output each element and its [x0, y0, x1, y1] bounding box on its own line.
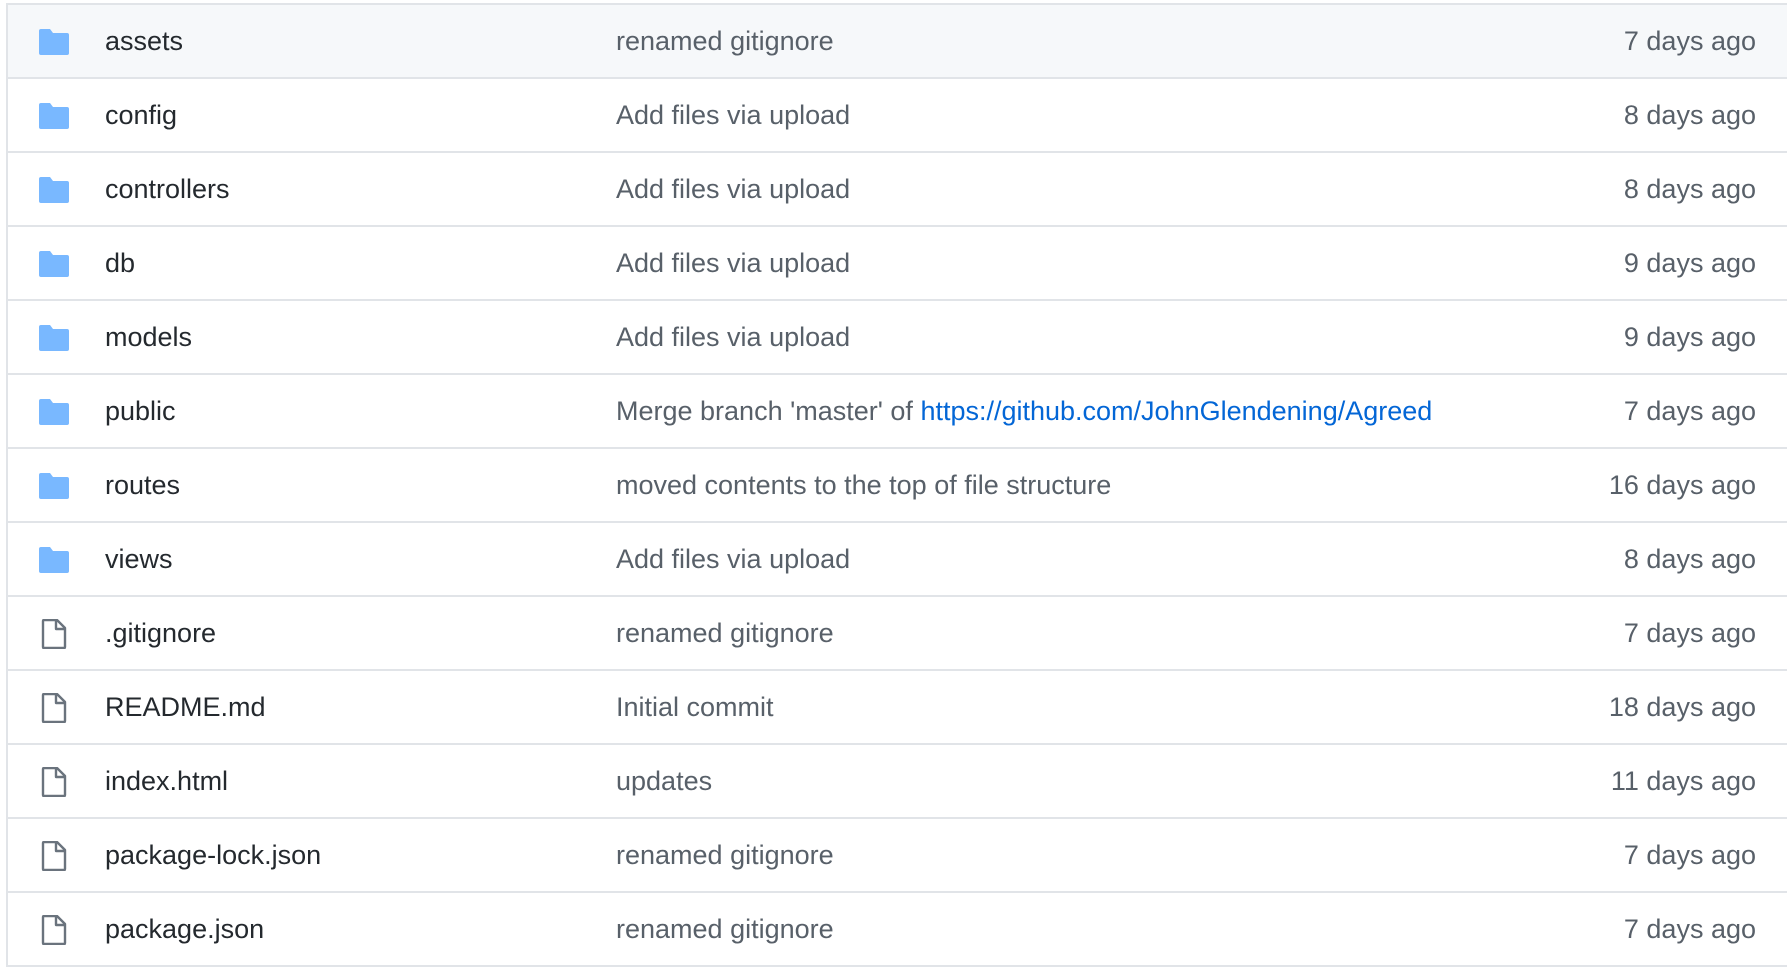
- commit-age: 7 days ago: [1623, 618, 1756, 648]
- folder-icon: [38, 325, 70, 351]
- file-row[interactable]: README.md Initial commit 18 days ago: [8, 671, 1787, 745]
- file-icon: [38, 841, 70, 871]
- commit-message-link[interactable]: renamed gitignore: [616, 893, 834, 965]
- file-name-link[interactable]: index.html: [105, 745, 228, 817]
- repo-url-link[interactable]: https://github.com/JohnGlendening/Agreed: [920, 396, 1432, 426]
- commit-message-link[interactable]: Initial commit: [616, 671, 774, 743]
- file-row[interactable]: .gitignore renamed gitignore 7 days ago: [8, 597, 1787, 671]
- file-name-link[interactable]: README.md: [105, 671, 266, 743]
- commit-message-link[interactable]: Merge branch 'master' of: [616, 396, 920, 426]
- file-row[interactable]: index.html updates 11 days ago: [8, 745, 1787, 819]
- file-row[interactable]: public Merge branch 'master' of https://…: [8, 375, 1787, 449]
- commit-message-link[interactable]: Add files via upload: [616, 227, 850, 299]
- file-name-link[interactable]: routes: [105, 449, 180, 521]
- commit-message-link[interactable]: Add files via upload: [616, 153, 850, 225]
- file-name-link[interactable]: .gitignore: [105, 597, 216, 669]
- folder-icon: [38, 399, 70, 425]
- file-row[interactable]: models Add files via upload 9 days ago: [8, 301, 1787, 375]
- commit-age: 18 days ago: [1608, 692, 1756, 722]
- file-icon: [38, 767, 70, 797]
- file-name-link[interactable]: controllers: [105, 153, 230, 225]
- commit-age: 8 days ago: [1623, 544, 1756, 574]
- commit-age: 8 days ago: [1623, 174, 1756, 204]
- commit-age: 9 days ago: [1623, 248, 1756, 278]
- commit-age: 7 days ago: [1623, 26, 1756, 56]
- commit-age: 11 days ago: [1610, 766, 1756, 796]
- commit-message-link[interactable]: Add files via upload: [616, 79, 850, 151]
- folder-icon: [38, 251, 70, 277]
- commit-age: 7 days ago: [1623, 396, 1756, 426]
- folder-icon: [38, 103, 70, 129]
- folder-icon: [38, 473, 70, 499]
- file-name-link[interactable]: public: [105, 375, 176, 447]
- file-icon: [38, 693, 70, 723]
- file-row[interactable]: config Add files via upload 8 days ago: [8, 79, 1787, 153]
- commit-age: 16 days ago: [1608, 470, 1756, 500]
- folder-icon: [38, 29, 70, 55]
- commit-message-link[interactable]: Add files via upload: [616, 301, 850, 373]
- file-row[interactable]: db Add files via upload 9 days ago: [8, 227, 1787, 301]
- file-name-link[interactable]: models: [105, 301, 192, 373]
- file-row[interactable]: controllers Add files via upload 8 days …: [8, 153, 1787, 227]
- file-name-link[interactable]: views: [105, 523, 173, 595]
- commit-message-link[interactable]: renamed gitignore: [616, 597, 834, 669]
- folder-icon: [38, 177, 70, 203]
- file-row[interactable]: package-lock.json renamed gitignore 7 da…: [8, 819, 1787, 893]
- commit-message-link[interactable]: updates: [616, 745, 712, 817]
- file-row[interactable]: views Add files via upload 8 days ago: [8, 523, 1787, 597]
- commit-message-link[interactable]: renamed gitignore: [616, 5, 834, 77]
- file-name-link[interactable]: package-lock.json: [105, 819, 321, 891]
- file-row[interactable]: package.json renamed gitignore 7 days ag…: [8, 893, 1787, 967]
- commit-age: 8 days ago: [1623, 100, 1756, 130]
- file-name-link[interactable]: config: [105, 79, 177, 151]
- commit-age: 7 days ago: [1623, 914, 1756, 944]
- file-name-link[interactable]: db: [105, 227, 135, 299]
- file-row[interactable]: assets renamed gitignore 7 days ago: [8, 5, 1787, 79]
- file-row[interactable]: routes moved contents to the top of file…: [8, 449, 1787, 523]
- file-name-link[interactable]: assets: [105, 5, 183, 77]
- file-name-link[interactable]: package.json: [105, 893, 264, 965]
- commit-age: 9 days ago: [1623, 322, 1756, 352]
- file-list: assets renamed gitignore 7 days ago conf…: [6, 3, 1787, 967]
- commit-message: Merge branch 'master' of https://github.…: [616, 375, 1432, 447]
- folder-icon: [38, 547, 70, 573]
- commit-message-link[interactable]: Add files via upload: [616, 523, 850, 595]
- file-icon: [38, 619, 70, 649]
- commit-message-link[interactable]: renamed gitignore: [616, 819, 834, 891]
- file-icon: [38, 915, 70, 945]
- commit-message-link[interactable]: moved contents to the top of file struct…: [616, 449, 1111, 521]
- commit-age: 7 days ago: [1623, 840, 1756, 870]
